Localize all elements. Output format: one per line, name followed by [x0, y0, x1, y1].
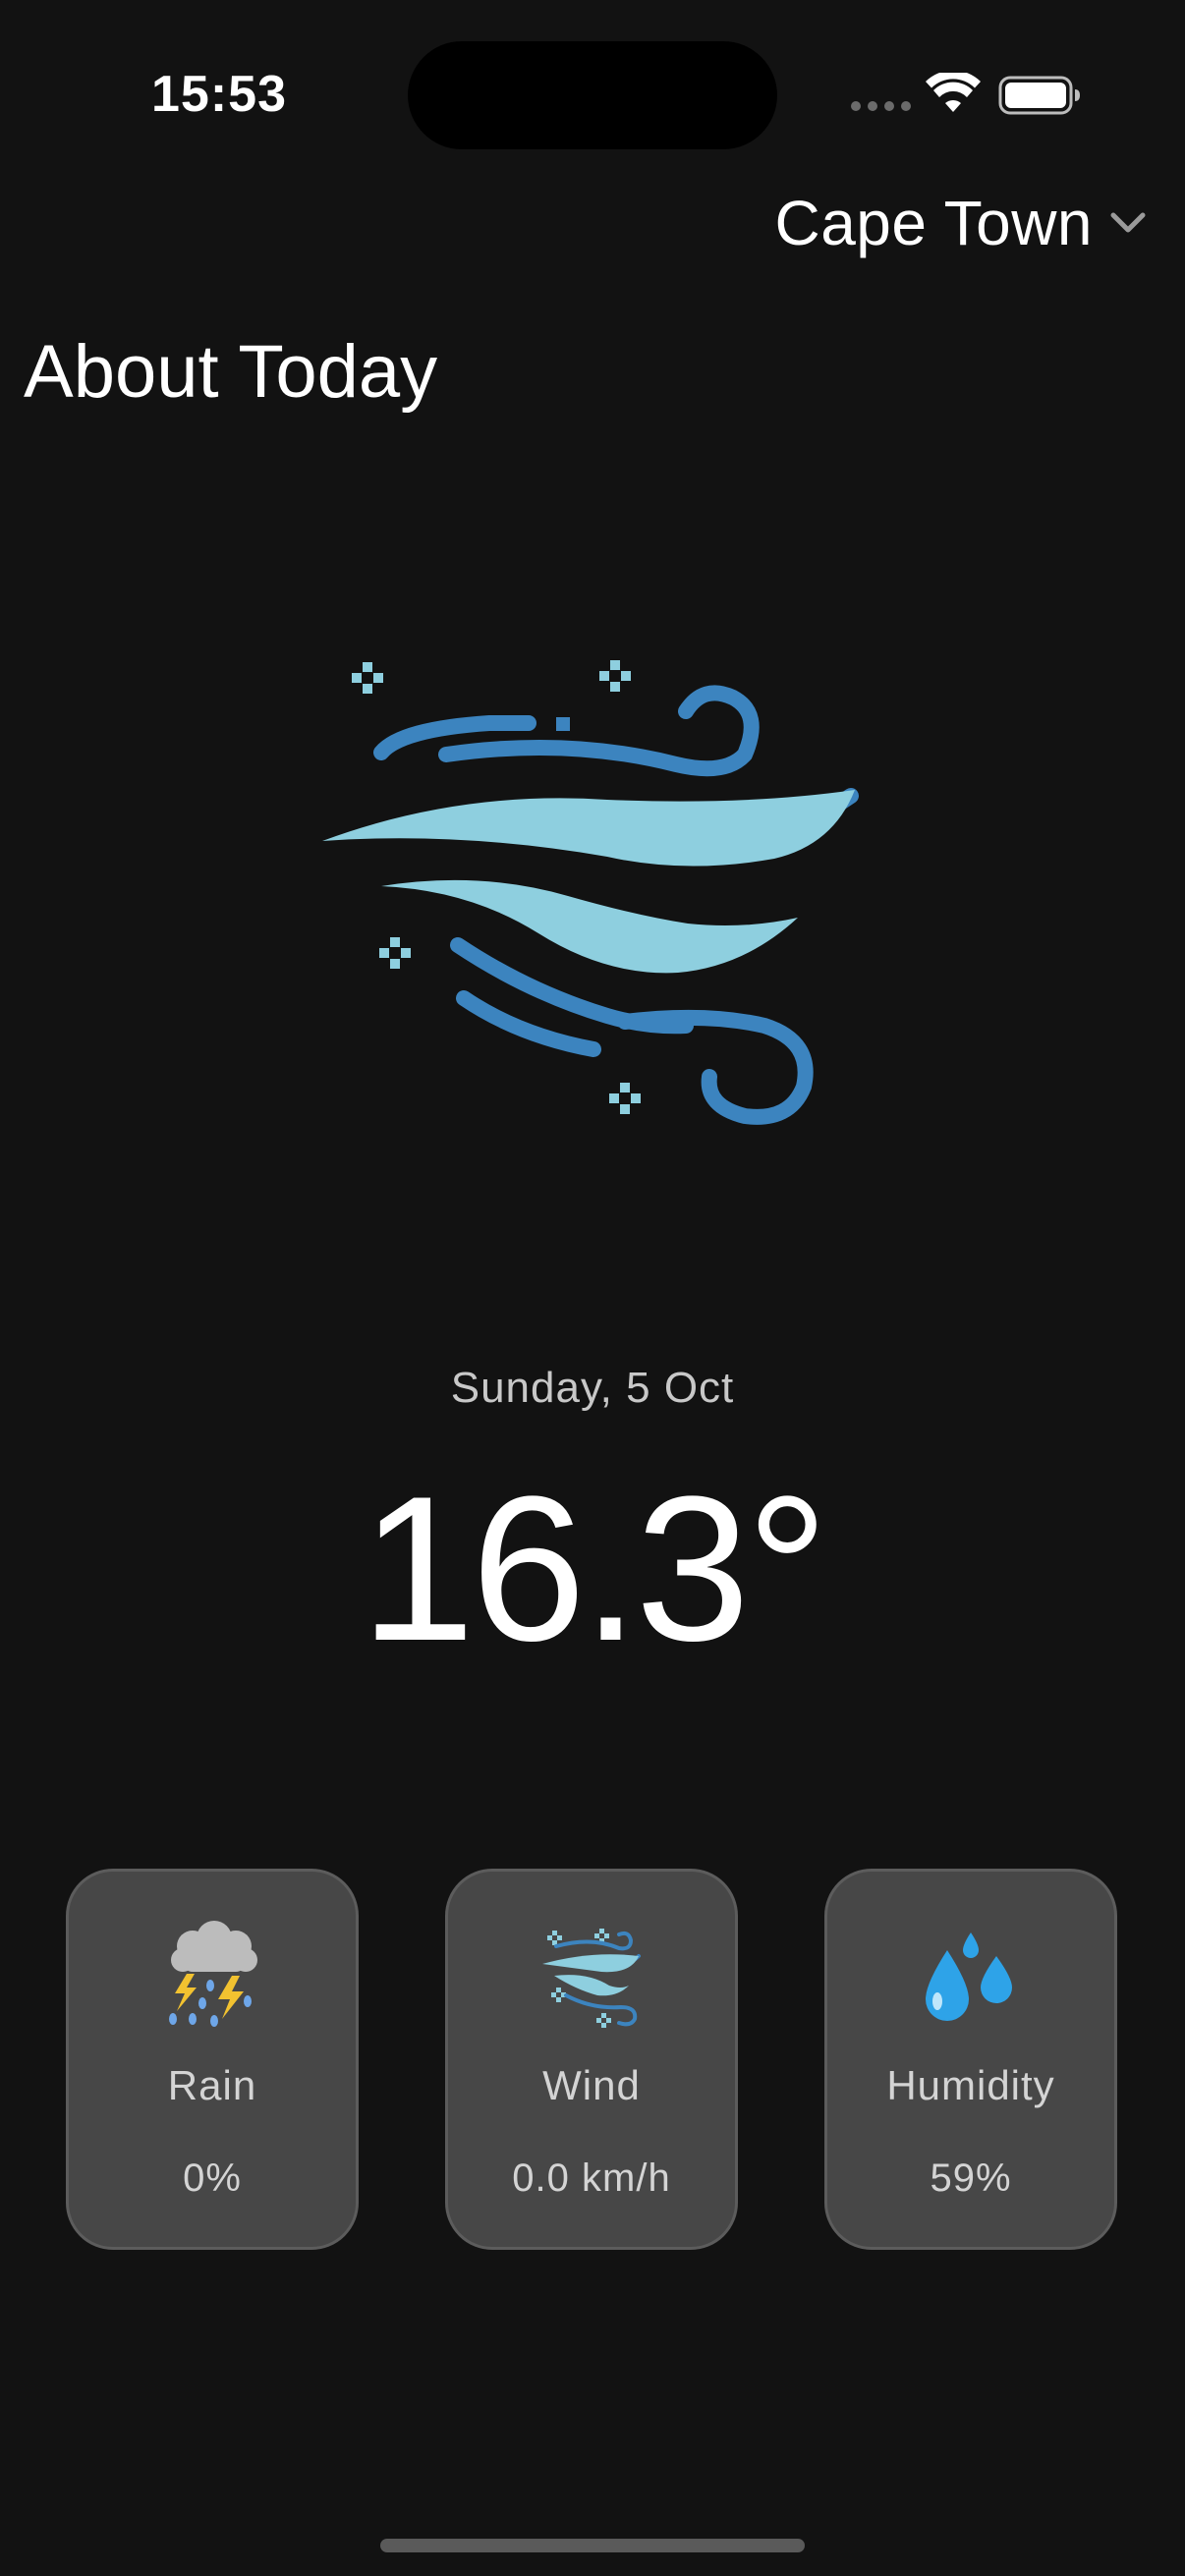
home-indicator[interactable] [380, 2539, 805, 2552]
location-label: Cape Town [774, 188, 1093, 258]
rain-card[interactable]: Rain 0% [66, 1869, 359, 2250]
thunderstorm-rain-icon [169, 1921, 257, 2027]
date-label: Sunday, 5 Oct [450, 1364, 735, 1412]
wind-card[interactable]: Wind 0.0 km/h [445, 1869, 738, 2250]
water-drops-icon [926, 1932, 1012, 2021]
wind-icon [542, 1929, 641, 2028]
wifi-icon [926, 73, 981, 112]
weather-metrics: Rain 0% Wind 0.0 km/h Humidity 59% [66, 1869, 1119, 2250]
dynamic-island [408, 41, 777, 149]
humidity-label: Humidity [886, 2062, 1055, 2108]
location-selector[interactable]: Cape Town [774, 187, 1146, 259]
status-time: 15:53 [151, 66, 287, 123]
rain-value: 0% [183, 2156, 242, 2200]
wind-icon [322, 660, 859, 1125]
rain-label: Rain [167, 2062, 257, 2108]
battery-icon [998, 76, 1080, 115]
wind-value: 0.0 km/h [512, 2156, 671, 2200]
wind-label: Wind [542, 2062, 641, 2108]
cellular-signal-icon [851, 101, 911, 111]
page-title: About Today [24, 330, 438, 414]
humidity-card[interactable]: Humidity 59% [824, 1869, 1117, 2250]
temperature-value: 16.3° [360, 1453, 829, 1684]
chevron-down-icon [1110, 212, 1146, 233]
humidity-value: 59% [930, 2156, 1012, 2200]
